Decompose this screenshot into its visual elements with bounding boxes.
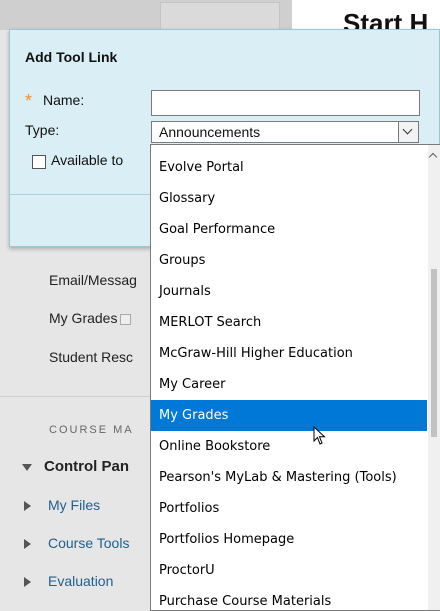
dropdown-option[interactable]: Portfolios Homepage <box>151 524 427 555</box>
dropdown-option[interactable]: Evolve Portal <box>151 152 427 183</box>
nav-item-label: My Grades <box>49 310 118 326</box>
collapse-arrow-icon <box>22 463 32 471</box>
tree-item-evaluation[interactable]: Evaluation <box>24 573 113 589</box>
dropdown-option[interactable]: My Career <box>151 369 427 400</box>
expand-arrow-icon <box>24 577 31 588</box>
scroll-up-icon[interactable] <box>428 152 438 162</box>
dropdown-option[interactable]: Pearson's MyLab & Mastering (Tools) <box>151 462 427 493</box>
dialog-title: Add Tool Link <box>25 49 118 65</box>
type-label: Type: <box>25 122 60 138</box>
dropdown-option[interactable]: Online Bookstore <box>151 431 427 462</box>
tree-item-label: Course Tools <box>48 535 130 551</box>
type-select[interactable]: Announcements <box>151 121 419 143</box>
tree-item-label: Evaluation <box>48 573 114 589</box>
dropdown-option[interactable]: Groups <box>151 245 427 276</box>
scroll-thumb[interactable] <box>431 269 437 437</box>
name-input[interactable] <box>151 90 420 116</box>
dropdown-option[interactable]: MERLOT Search <box>151 307 427 338</box>
tree-item-label: My Files <box>48 497 101 513</box>
type-dropdown-list[interactable]: Evolve Portal Glossary Goal Performance … <box>150 144 440 611</box>
type-select-value: Announcements <box>159 124 261 140</box>
expand-arrow-icon <box>24 501 31 512</box>
sidebar-toolbar <box>160 2 280 30</box>
nav-item-student-resources[interactable]: Student Resc <box>49 349 133 365</box>
hidden-indicator-icon <box>120 313 132 325</box>
dropdown-option[interactable]: Purchase Course Materials <box>151 586 427 610</box>
chevron-down-icon <box>402 124 413 135</box>
dropdown-scrollbar[interactable] <box>428 145 440 610</box>
available-label: Available to <box>51 152 124 168</box>
tree-item-course-tools[interactable]: Course Tools <box>24 535 129 551</box>
dropdown-option[interactable]: Portfolios <box>151 493 427 524</box>
dropdown-option[interactable]: Glossary <box>151 183 427 214</box>
nav-item-email[interactable]: Email/Messag <box>49 272 137 288</box>
dropdown-option[interactable]: ProctorU <box>151 555 427 586</box>
dropdown-button[interactable] <box>398 122 418 142</box>
available-checkbox[interactable] <box>32 155 46 169</box>
dropdown-option[interactable]: Goal Performance <box>151 214 427 245</box>
dropdown-option-selected[interactable]: My Grades <box>151 400 427 431</box>
mouse-pointer-icon <box>313 426 326 445</box>
nav-item-my-grades[interactable]: My Grades <box>49 310 132 326</box>
control-panel-header[interactable]: Control Pan <box>22 458 129 475</box>
control-panel-label: Control Pan <box>44 458 129 475</box>
section-label-course-management: COURSE MA <box>49 424 134 436</box>
tree-item-my-files[interactable]: My Files <box>24 497 100 513</box>
required-icon: * <box>25 91 33 111</box>
expand-arrow-icon <box>24 539 31 550</box>
dropdown-option[interactable]: Journals <box>151 276 427 307</box>
dropdown-option[interactable]: McGraw-Hill Higher Education <box>151 338 427 369</box>
name-label: Name: <box>43 92 85 108</box>
